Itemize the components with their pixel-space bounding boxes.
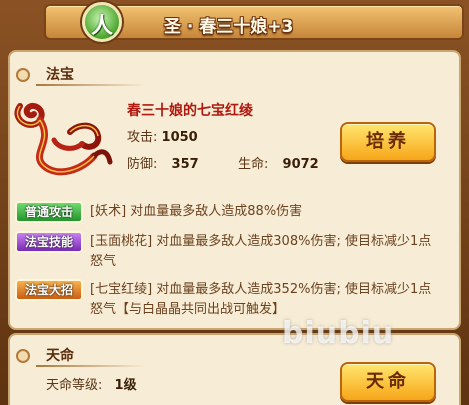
section-ornament-icon bbox=[16, 349, 30, 363]
destiny-level-label: 天命等级: bbox=[46, 378, 103, 393]
page-title: 圣 · 春三十娘+3 bbox=[164, 17, 294, 37]
hp-value: 9072 bbox=[282, 157, 319, 172]
section-ornament-icon bbox=[16, 68, 30, 82]
red-silk-ribbon-icon bbox=[14, 102, 113, 176]
destiny-level-value: 1级 bbox=[114, 378, 137, 393]
normal-attack-desc: [妖术] 对血量最多敌人造成88%伤害 bbox=[90, 204, 303, 219]
treasure-name: 春三十娘的七宝红绫 bbox=[127, 103, 253, 119]
watermark-text: biubiu bbox=[282, 316, 395, 351]
section-divider bbox=[36, 84, 146, 86]
defense-stat: 防御: 357 bbox=[127, 153, 199, 172]
attack-label: 攻击: bbox=[127, 130, 158, 145]
treasure-skill-tag: 法宝技能 bbox=[15, 231, 83, 253]
treasure-skill-desc: [玉面桃花] 对血量最多敌人造成308%伤害; 使目标减少1点怒气 bbox=[90, 234, 432, 269]
normal-attack-tag: 普通攻击 bbox=[15, 201, 83, 223]
attack-value: 1050 bbox=[161, 130, 198, 145]
defense-label: 防御: bbox=[127, 157, 158, 172]
cultivate-button[interactable]: 培养 bbox=[340, 122, 436, 162]
attack-stat: 攻击: 1050 bbox=[127, 126, 198, 145]
treasure-ultimate-desc: [七宝红绫] 对血量最多敌人造成352%伤害; 使目标减少1点怒气【与白晶晶共同… bbox=[90, 282, 432, 317]
hp-label: 生命: bbox=[238, 157, 269, 172]
hero-class-badge-icon: 人 bbox=[82, 2, 122, 42]
destiny-section-title: 天命 bbox=[46, 348, 74, 364]
destiny-level: 天命等级: 1级 bbox=[46, 374, 137, 393]
badge-glyph: 人 bbox=[90, 14, 113, 39]
defense-value: 357 bbox=[171, 157, 199, 172]
section-divider bbox=[36, 365, 146, 367]
treasure-section-title: 法宝 bbox=[46, 67, 74, 83]
hp-stat: 生命: 9072 bbox=[238, 153, 319, 172]
treasure-ultimate-tag: 法宝大招 bbox=[15, 279, 83, 301]
destiny-button[interactable]: 天命 bbox=[340, 362, 436, 402]
